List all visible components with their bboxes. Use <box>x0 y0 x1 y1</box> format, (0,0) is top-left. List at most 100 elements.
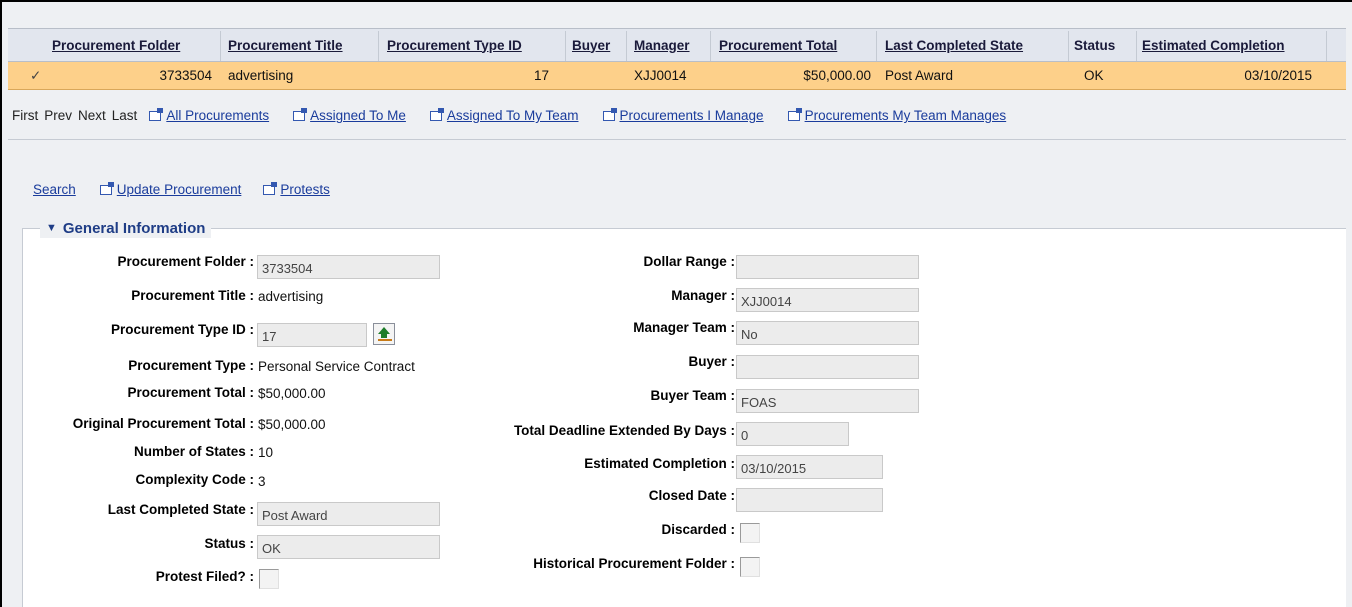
buyer-team-field: FOAS <box>736 389 919 413</box>
buyer-field <box>736 355 919 379</box>
popup-window-icon <box>149 108 164 121</box>
update-procurement-link[interactable]: Update Procurement <box>99 182 242 197</box>
manager-team-field: No <box>736 321 919 345</box>
popup-window-icon <box>263 182 278 195</box>
deadline-extended-label: Total Deadline Extended By Days : <box>513 423 735 438</box>
column-manager[interactable]: Manager <box>634 29 690 61</box>
procurement-title-label: Procurement Title : <box>131 288 254 303</box>
pager-bar: First Prev Next Last All Procurements As… <box>8 92 1346 140</box>
popup-window-icon <box>787 108 802 121</box>
cell-procurement-type-id: 17 <box>533 68 549 83</box>
column-separator <box>1326 31 1327 61</box>
column-separator <box>1136 31 1137 61</box>
link-procurements-i-manage[interactable]: Procurements I Manage <box>602 108 764 123</box>
protests-link[interactable]: Protests <box>263 182 330 197</box>
procurement-title-value: advertising <box>258 289 324 304</box>
pager-prev[interactable]: Prev <box>44 108 72 123</box>
historical-folder-label: Historical Procurement Folder : <box>533 556 735 571</box>
table-row[interactable]: ✓ 3733504 advertising 17 XJJ0014 $50,000… <box>8 62 1346 90</box>
original-procurement-total-label: Original Procurement Total : <box>72 416 254 431</box>
column-separator <box>876 31 877 61</box>
cell-manager: XJJ0014 <box>634 68 687 83</box>
complexity-code-label: Complexity Code : <box>135 472 254 487</box>
link-assigned-to-my-team[interactable]: Assigned To My Team <box>429 108 579 123</box>
link-label[interactable]: Assigned To My Team <box>447 108 579 123</box>
cell-procurement-total: $50,000.00 <box>803 68 871 83</box>
search-link[interactable]: Search <box>33 182 76 197</box>
number-of-states-value: 10 <box>258 445 274 460</box>
column-buyer[interactable]: Buyer <box>572 29 610 61</box>
cell-estimated-completion: 03/10/2015 <box>1244 68 1312 83</box>
link-label[interactable]: Assigned To Me <box>310 108 406 123</box>
link-procurements-my-team-manages[interactable]: Procurements My Team Manages <box>787 108 1007 123</box>
manager-label: Manager : <box>671 288 735 303</box>
procurement-folder-field: 3733504 <box>257 255 440 279</box>
link-label[interactable]: Procurements I Manage <box>620 108 764 123</box>
detail-actions: Search Update Procurement Protests <box>33 182 330 197</box>
column-procurement-type-id[interactable]: Procurement Type ID <box>387 29 522 61</box>
procurement-folder-label: Procurement Folder : <box>117 254 254 269</box>
pager-first[interactable]: First <box>12 108 38 123</box>
historical-folder-checkbox[interactable] <box>740 557 760 577</box>
dollar-range-field <box>736 255 919 279</box>
column-estimated-completion[interactable]: Estimated Completion <box>1142 29 1285 61</box>
cell-last-completed-state: Post Award <box>885 68 954 83</box>
status-field: OK <box>257 535 440 559</box>
pager-next[interactable]: Next <box>78 108 106 123</box>
popup-window-icon <box>293 108 308 121</box>
column-last-completed-state[interactable]: Last Completed State <box>885 29 1023 61</box>
popup-window-icon <box>99 182 114 195</box>
column-procurement-title[interactable]: Procurement Title <box>228 29 343 61</box>
cell-procurement-title: advertising <box>228 68 294 83</box>
cell-procurement-folder: 3733504 <box>159 68 212 83</box>
link-label[interactable]: Procurements My Team Manages <box>805 108 1007 123</box>
column-separator <box>1068 31 1069 61</box>
column-separator <box>378 31 379 61</box>
number-of-states-label: Number of States : <box>133 444 254 459</box>
last-completed-state-label: Last Completed State : <box>107 502 254 517</box>
buyer-label: Buyer : <box>688 354 735 369</box>
link-label[interactable]: Update Procurement <box>117 182 242 197</box>
results-grid-header: Procurement Folder Procurement Title Pro… <box>8 28 1346 62</box>
link-assigned-to-me[interactable]: Assigned To Me <box>293 108 406 123</box>
column-status[interactable]: Status <box>1074 29 1115 61</box>
popup-window-icon <box>602 108 617 121</box>
manager-team-label: Manager Team : <box>633 320 735 335</box>
complexity-code-value: 3 <box>258 474 266 489</box>
original-procurement-total-value: $50,000.00 <box>258 417 326 432</box>
link-label[interactable]: All Procurements <box>166 108 269 123</box>
column-separator <box>710 31 711 61</box>
dollar-range-label: Dollar Range : <box>643 254 735 269</box>
manager-field: XJJ0014 <box>736 288 919 312</box>
general-information-toggle[interactable]: ▼ General Information <box>40 218 212 238</box>
collapse-triangle-icon: ▼ <box>46 222 57 234</box>
cell-status: OK <box>1084 68 1104 83</box>
protest-filed-checkbox[interactable] <box>259 569 279 589</box>
link-all-procurements[interactable]: All Procurements <box>149 108 269 123</box>
column-separator <box>220 31 221 61</box>
discarded-label: Discarded : <box>661 522 735 537</box>
row-selected-check-icon: ✓ <box>30 67 42 83</box>
column-separator <box>565 31 566 61</box>
estimated-completion-label: Estimated Completion : <box>584 456 735 471</box>
last-completed-state-field: Post Award <box>257 502 440 526</box>
procurement-total-label: Procurement Total : <box>127 385 254 400</box>
pager-last[interactable]: Last <box>112 108 138 123</box>
status-label: Status : <box>204 536 254 551</box>
estimated-completion-field: 03/10/2015 <box>736 455 883 479</box>
procurement-type-id-label: Procurement Type ID : <box>110 322 254 337</box>
popup-window-icon <box>429 108 444 121</box>
protest-filed-label: Protest Filed? : <box>155 569 254 584</box>
lookup-upload-icon[interactable] <box>373 323 395 345</box>
column-separator <box>626 31 627 61</box>
procurement-type-id-field: 17 <box>257 323 367 347</box>
buyer-team-label: Buyer Team : <box>650 388 735 403</box>
procurement-total-value: $50,000.00 <box>258 386 326 401</box>
discarded-checkbox[interactable] <box>740 523 760 543</box>
link-label[interactable]: Protests <box>280 182 330 197</box>
column-procurement-total[interactable]: Procurement Total <box>719 29 837 61</box>
closed-date-field <box>736 488 883 512</box>
column-procurement-folder[interactable]: Procurement Folder <box>52 29 180 61</box>
closed-date-label: Closed Date : <box>648 488 735 503</box>
procurement-type-value: Personal Service Contract <box>258 359 415 374</box>
